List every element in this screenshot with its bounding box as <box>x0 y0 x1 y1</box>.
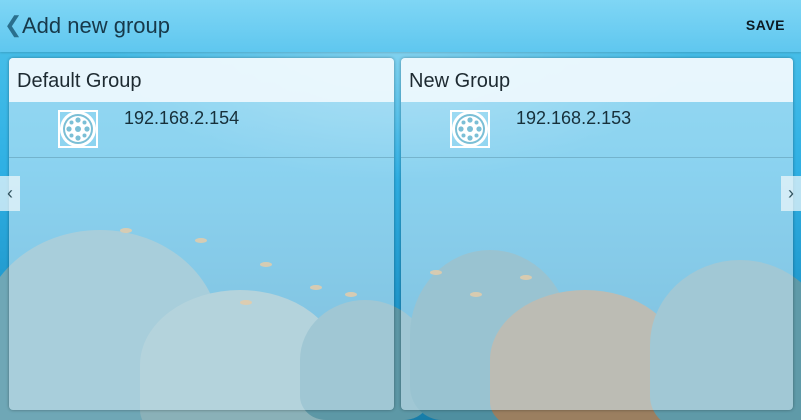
next-page-button[interactable]: › <box>781 176 801 211</box>
group-header: Default Group <box>9 58 394 102</box>
device-icon <box>447 108 493 150</box>
chevron-right-icon: › <box>788 183 794 203</box>
group-title: Default Group <box>17 70 142 92</box>
group-panel-default: Default Group 192.168.2.154 <box>9 58 394 410</box>
device-item[interactable]: 192.168.2.153 <box>401 102 793 158</box>
group-panel-new: New Group 192.168.2.153 <box>401 58 793 410</box>
chevron-left-icon: ‹ <box>7 183 13 203</box>
prev-page-button[interactable]: ‹ <box>0 176 20 211</box>
save-button[interactable]: SAVE <box>746 17 785 33</box>
device-ip: 192.168.2.153 <box>516 108 632 128</box>
group-header: New Group <box>401 58 793 102</box>
page-title: Add new group <box>22 13 170 38</box>
device-item[interactable]: 192.168.2.154 <box>9 102 394 158</box>
device-icon <box>55 108 101 150</box>
device-ip: 192.168.2.154 <box>124 108 240 128</box>
group-title: New Group <box>409 70 511 92</box>
chevron-left-icon[interactable]: ❮ <box>4 14 22 36</box>
app-bar: ❮ Add new group SAVE <box>0 0 801 52</box>
